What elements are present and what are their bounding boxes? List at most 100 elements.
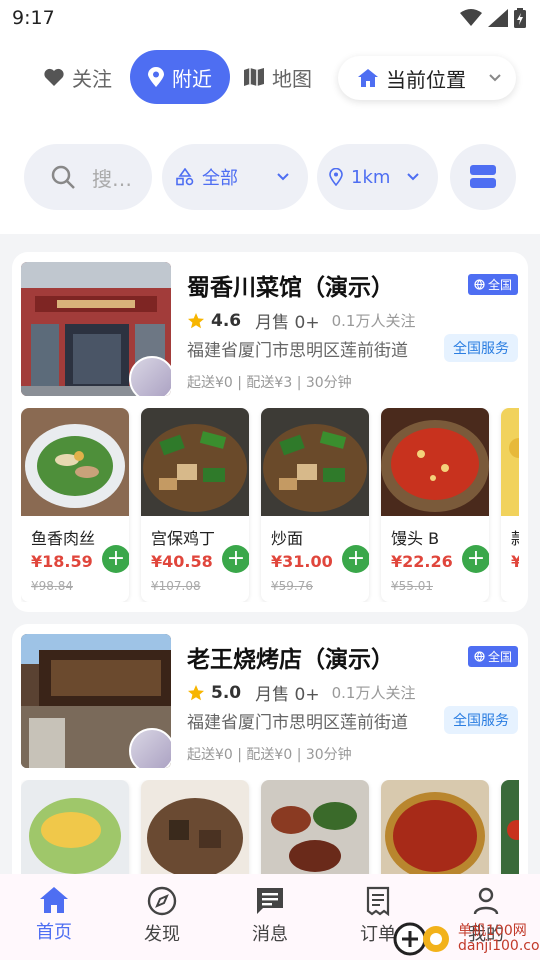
dish-card[interactable]: 炒面 ¥31.00 ¥59.76 + [261, 408, 369, 602]
watermark-text: 单机100网 danji100.com [458, 924, 540, 954]
dish-image [21, 408, 129, 516]
message-icon [257, 888, 283, 914]
dish-image [141, 780, 249, 888]
rating-row: 4.6 月售 0+ 0.1万人关注 [187, 308, 415, 333]
category-label: 全部 [202, 168, 238, 189]
delivery-info: 起送¥0 | 配送¥0 | 30分钟 [187, 747, 352, 763]
dish-image [261, 408, 369, 516]
dish-price: ¥ [511, 552, 519, 571]
region-badge: 全国 [467, 274, 518, 295]
battery-icon [514, 8, 526, 28]
dish-original-price: ¥55.01 [391, 579, 433, 593]
header: 关注 附近 地图 当前位置 搜… 全部 1km [0, 36, 540, 234]
region-badge-label: 全国 [487, 278, 512, 292]
service-badge: 全国服务 [444, 706, 518, 734]
follow-count: 0.1万人关注 [331, 312, 416, 330]
nav-home[interactable]: 首页 [0, 874, 108, 960]
dish-name: 馒头 B [391, 529, 440, 548]
dish-image [381, 780, 489, 888]
location-pin-icon [329, 168, 343, 186]
store-name: 老王烧烤店（演示） [187, 647, 394, 673]
store-name: 蜀香川菜馆（演示） [187, 275, 394, 301]
watermark-line-2: danji100.com [458, 938, 540, 954]
store-card[interactable]: 蜀香川菜馆（演示） 全国 4.6 月售 0+ 0.1万人关注 福建省厦门市思明区… [12, 252, 528, 612]
dish-image [21, 780, 129, 888]
region-badge: 全国 [467, 646, 518, 667]
wifi-icon [460, 9, 482, 26]
add-to-cart-button[interactable]: + [462, 545, 489, 573]
tab-follow[interactable]: 关注 [44, 50, 112, 104]
nav-discover-label: 发现 [144, 924, 180, 945]
dish-price: ¥31.00 [271, 552, 333, 571]
nav-messages[interactable]: 消息 [216, 874, 324, 960]
globe-icon [474, 651, 485, 662]
user-icon [473, 887, 499, 915]
map-icon [244, 68, 264, 86]
chevron-down-icon [277, 173, 289, 181]
monthly-sales: 月售 0+ [255, 685, 320, 705]
region-badge-label: 全国 [487, 650, 512, 664]
home-icon [40, 887, 68, 913]
avatar [129, 356, 171, 396]
star-icon [188, 312, 204, 328]
current-location-label: 当前位置 [386, 67, 466, 92]
view-toggle-button[interactable] [450, 144, 516, 210]
status-icons [460, 8, 526, 28]
add-to-cart-button[interactable]: + [342, 545, 369, 573]
signal-icon [488, 9, 508, 27]
dish-price: ¥18.59 [31, 552, 93, 571]
home-icon [358, 69, 378, 87]
store-image [21, 262, 171, 396]
distance-label: 1km [351, 166, 391, 188]
distance-filter[interactable]: 1km [317, 144, 438, 210]
search-input[interactable]: 搜… [24, 144, 152, 210]
delivery-info: 起送¥0 | 配送¥3 | 30分钟 [187, 375, 352, 391]
receipt-icon [366, 886, 390, 916]
watermark-logo-icon [393, 922, 449, 956]
dish-image [501, 780, 519, 888]
dish-image [381, 408, 489, 516]
chevron-down-icon [489, 74, 501, 82]
dish-card[interactable]: 宫保鸡丁 ¥40.58 ¥107.08 + [141, 408, 249, 602]
dish-card[interactable]: 馒头 B ¥22.26 ¥55.01 + [381, 408, 489, 602]
store-address: 福建省厦门市思明区莲前街道 [187, 341, 408, 361]
watermark: 单机100网 danji100.com [392, 920, 540, 958]
add-to-cart-button[interactable]: + [222, 545, 249, 573]
nav-messages-label: 消息 [252, 924, 288, 945]
monthly-sales: 月售 0+ [255, 313, 320, 333]
star-icon [188, 684, 204, 700]
nav-discover[interactable]: 发现 [108, 874, 216, 960]
category-filter[interactable]: 全部 [162, 144, 308, 210]
dish-name: 炒面 [271, 529, 304, 548]
tab-nearby-label: 附近 [172, 66, 212, 91]
globe-icon [474, 279, 485, 290]
dish-card[interactable]: 鱼香肉丝 ¥18.59 ¥98.84 + [21, 408, 129, 602]
store-image [21, 634, 171, 768]
search-icon [51, 165, 75, 189]
dish-list: 鱼香肉丝 ¥18.59 ¥98.84 + 宫保鸡丁 ¥40.58 ¥107.08… [21, 408, 519, 602]
nav-home-label: 首页 [36, 922, 72, 943]
status-time: 9:17 [12, 7, 55, 29]
dish-image [261, 780, 369, 888]
dish-card[interactable]: 款 ¥ [501, 408, 519, 602]
tab-map-label: 地图 [272, 66, 312, 91]
dish-name: 宫保鸡丁 [151, 529, 216, 548]
tab-map[interactable]: 地图 [244, 50, 312, 104]
dish-name: 鱼香肉丝 [31, 529, 96, 548]
heart-icon [44, 68, 64, 86]
location-pin-icon [148, 67, 164, 87]
search-placeholder: 搜… [92, 166, 132, 191]
current-location-button[interactable]: 当前位置 [338, 56, 516, 100]
dish-name: 款 [511, 525, 519, 549]
rating-value: 4.6 [211, 310, 242, 331]
dish-original-price: ¥59.76 [271, 579, 313, 593]
nav-orders-label: 订单 [360, 924, 396, 945]
add-to-cart-button[interactable]: + [102, 545, 129, 573]
chevron-down-icon [407, 173, 419, 181]
dish-price: ¥22.26 [391, 552, 453, 571]
status-bar: 9:17 [0, 0, 540, 36]
watermark-line-1: 单机100网 [458, 923, 527, 939]
dish-price: ¥40.58 [151, 552, 213, 571]
tab-nearby[interactable]: 附近 [130, 50, 230, 104]
dish-image [501, 408, 519, 516]
